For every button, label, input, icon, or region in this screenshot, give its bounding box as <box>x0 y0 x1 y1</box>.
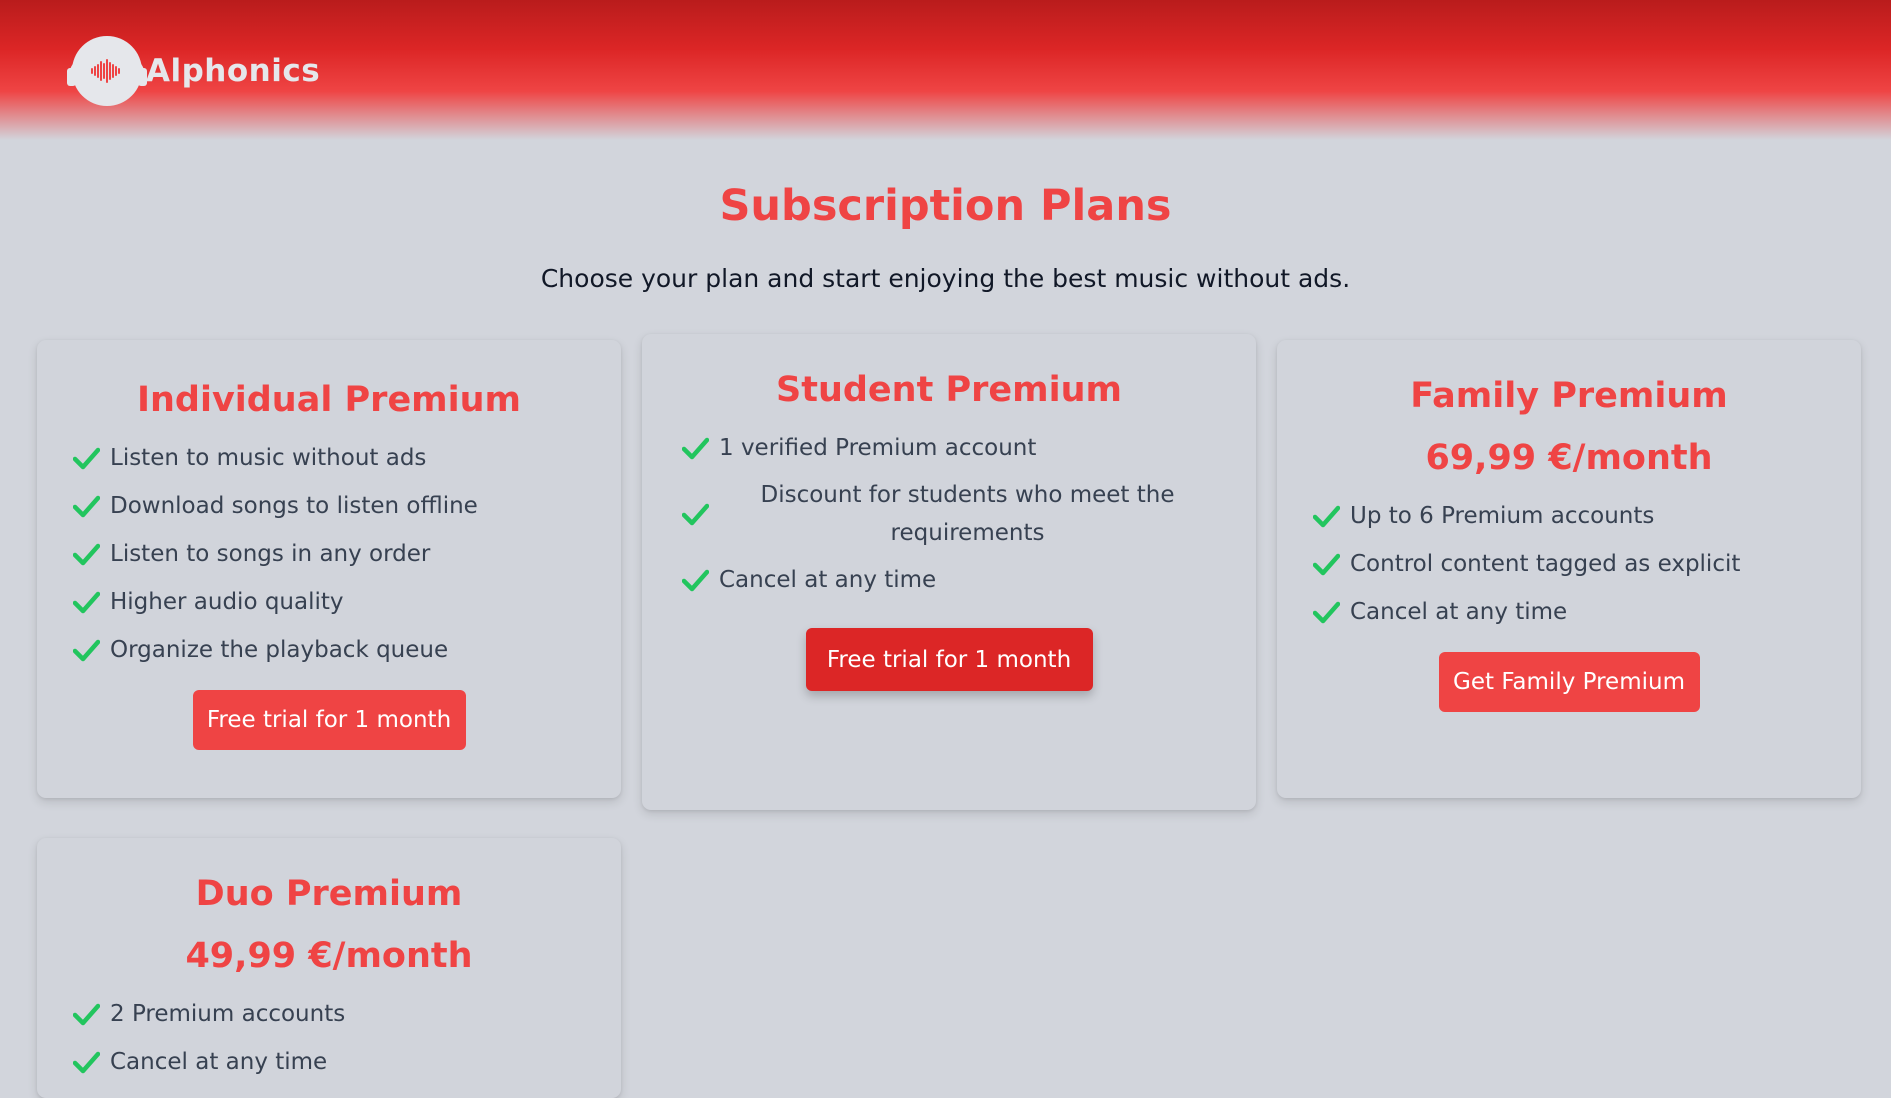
feature-text: Listen to songs in any order <box>110 541 431 567</box>
feature-item: Cancel at any time <box>682 556 1216 604</box>
plan-title: Duo Premium <box>195 874 463 914</box>
feature-item: Up to 6 Premium accounts <box>1313 492 1825 540</box>
plan-title: Individual Premium <box>136 380 522 420</box>
feature-item: Download songs to listen offline <box>73 482 585 530</box>
feature-text: 2 Premium accounts <box>110 1001 346 1027</box>
plan-price: 69,99 €/month <box>1425 438 1713 478</box>
check-icon <box>73 591 100 614</box>
feature-item: 2 Premium accounts <box>73 990 585 1038</box>
check-icon <box>73 1051 100 1074</box>
plan-card-duo: Duo Premium 49,99 €/month 2 Premium acco… <box>37 838 621 1098</box>
feature-text: Cancel at any time <box>719 567 937 593</box>
feature-item: Discount for students who meet the requi… <box>682 472 1216 556</box>
plan-title: Student Premium <box>776 370 1122 410</box>
feature-item: Cancel at any time <box>73 1038 585 1086</box>
feature-item: Cancel at any time <box>1313 588 1825 636</box>
feature-text: Discount for students who meet the requi… <box>760 482 1175 546</box>
plan-card-student: Student Premium 1 verified Premium accou… <box>642 334 1256 810</box>
feature-item: Control content tagged as explicit <box>1313 540 1825 588</box>
headphones-waveform-icon <box>67 36 147 106</box>
feature-item: Listen to songs in any order <box>73 530 585 578</box>
page-subtitle: Choose your plan and start enjoying the … <box>540 264 1351 293</box>
feature-text: Up to 6 Premium accounts <box>1350 503 1655 529</box>
plan-card-family: Family Premium 69,99 €/month Up to 6 Pre… <box>1277 340 1861 798</box>
feature-text: Higher audio quality <box>110 589 344 615</box>
feature-text: Cancel at any time <box>1350 599 1568 625</box>
check-icon <box>1313 601 1340 624</box>
feature-list: Up to 6 Premium accounts Control content… <box>1313 492 1825 636</box>
check-icon <box>1313 553 1340 576</box>
feature-text: 1 verified Premium account <box>719 435 1037 461</box>
check-icon <box>73 639 100 662</box>
feature-text: Listen to music without ads <box>110 445 427 471</box>
feature-text: Organize the playback queue <box>110 637 449 663</box>
feature-item: Higher audio quality <box>73 578 585 626</box>
check-icon <box>73 447 100 470</box>
header: Alphonics <box>0 0 1891 140</box>
get-family-premium-button[interactable]: Get Family Premium <box>1438 652 1700 712</box>
check-icon <box>1313 505 1340 528</box>
feature-list: Listen to music without ads Download son… <box>73 434 585 674</box>
check-icon <box>682 503 709 526</box>
check-icon <box>73 1003 100 1026</box>
feature-list: 1 verified Premium account Discount for … <box>682 424 1216 604</box>
plan-price: 49,99 €/month <box>185 936 473 976</box>
plan-title: Family Premium <box>1410 376 1728 416</box>
plan-card-individual: Individual Premium Listen to music witho… <box>37 340 621 798</box>
check-icon <box>682 437 709 460</box>
check-icon <box>73 495 100 518</box>
free-trial-button[interactable]: Free trial for 1 month <box>805 628 1093 691</box>
logo-text: Alphonics <box>146 53 321 89</box>
feature-item: Listen to music without ads <box>73 434 585 482</box>
feature-item: 1 verified Premium account <box>682 424 1216 472</box>
feature-list: 2 Premium accounts Cancel at any time <box>73 990 585 1086</box>
free-trial-button[interactable]: Free trial for 1 month <box>192 690 466 750</box>
feature-text: Cancel at any time <box>110 1049 328 1075</box>
page-title: Subscription Plans <box>719 181 1172 231</box>
check-icon <box>682 569 709 592</box>
check-icon <box>73 543 100 566</box>
logo[interactable]: Alphonics <box>67 36 321 106</box>
feature-text: Download songs to listen offline <box>110 493 478 519</box>
feature-item: Organize the playback queue <box>73 626 585 674</box>
feature-text: Control content tagged as explicit <box>1350 551 1741 577</box>
